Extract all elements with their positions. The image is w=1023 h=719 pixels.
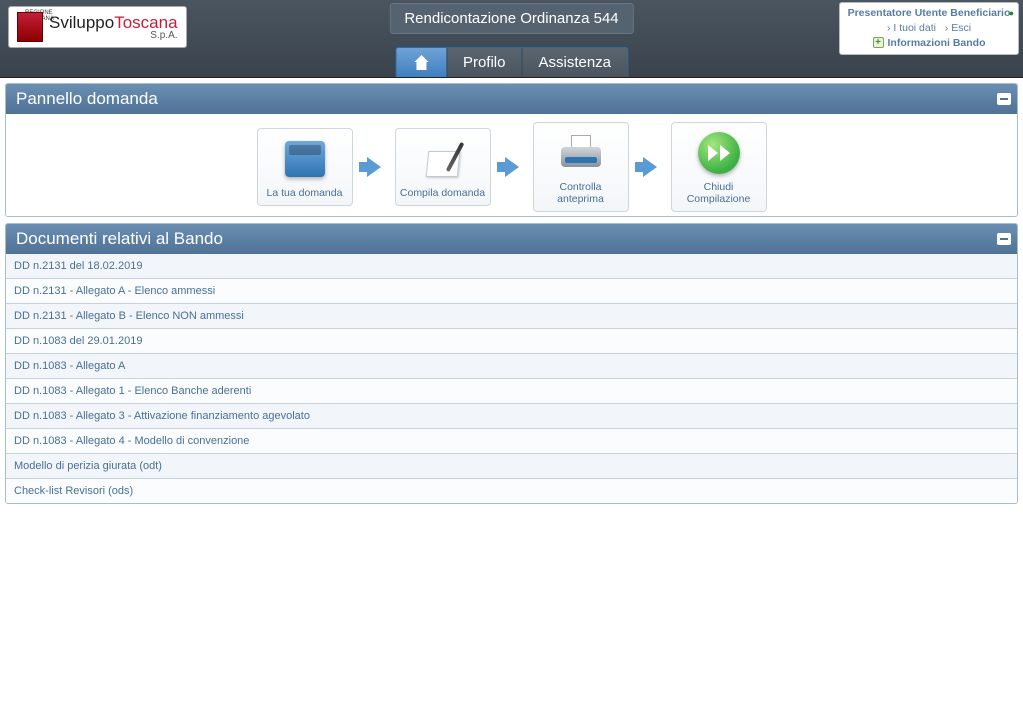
toscana-emblem-icon	[17, 12, 43, 42]
wf-card-controlla-anteprima[interactable]: Controlla anteprima	[533, 122, 629, 212]
logo-sviluppo: Sviluppo	[49, 13, 114, 32]
user-role-line: Presentatore Utente Beneficiario ●	[846, 6, 1012, 21]
home-icon	[412, 55, 430, 71]
document-link[interactable]: DD n.1083 - Allegato 4 - Modello di conv…	[6, 429, 1017, 454]
panel-header-domanda: Pannello domanda	[6, 84, 1017, 114]
document-link[interactable]: DD n.1083 - Allegato 3 - Attivazione fin…	[6, 404, 1017, 429]
logo-text: SviluppoToscana S.p.A.	[49, 14, 178, 41]
wf-label: Compila domanda	[400, 187, 486, 199]
panel-title-domanda: Pannello domanda	[16, 89, 158, 108]
pen-paper-icon	[400, 135, 486, 183]
user-links: › I tuoi dati › Esci	[846, 21, 1012, 36]
go-forward-icon	[676, 129, 762, 177]
wf-label: Controlla anteprima	[538, 181, 624, 205]
link-informazioni-bando[interactable]: + Informazioni Bando	[873, 36, 986, 51]
plus-icon: +	[873, 37, 884, 48]
arrow-right-icon	[361, 154, 387, 180]
document-link[interactable]: DD n.1083 - Allegato A	[6, 354, 1017, 379]
panel-title-documenti: Documenti relativi al Bando	[16, 229, 223, 248]
panel-body-documenti: DD n.2131 del 18.02.2019 DD n.2131 - All…	[6, 254, 1017, 503]
document-link[interactable]: DD n.1083 del 29.01.2019	[6, 329, 1017, 354]
document-link[interactable]: DD n.2131 - Allegato B - Elenco NON amme…	[6, 304, 1017, 329]
document-link[interactable]: Modello di perizia giurata (odt)	[6, 454, 1017, 479]
panel-body-domanda: La tua domanda Compila domanda Controlla…	[6, 114, 1017, 216]
document-link[interactable]: Check-list Revisori (ods)	[6, 479, 1017, 503]
document-link[interactable]: DD n.2131 del 18.02.2019	[6, 254, 1017, 279]
wf-label: Chiudi Compilazione	[676, 181, 762, 205]
workflow-row: La tua domanda Compila domanda Controlla…	[6, 114, 1017, 216]
panel-header-documenti: Documenti relativi al Bando	[6, 224, 1017, 254]
user-panel: Presentatore Utente Beneficiario ● › I t…	[839, 2, 1019, 55]
user-role-label: Presentatore	[848, 7, 912, 19]
content-area: Pannello domanda La tua domanda Compila …	[0, 78, 1023, 515]
close-icon[interactable]: ●	[1009, 7, 1014, 20]
collapse-icon[interactable]	[997, 93, 1011, 105]
link-esci[interactable]: › Esci	[945, 22, 971, 34]
top-bar: REGIONE TOSCANA SviluppoToscana S.p.A. R…	[0, 0, 1023, 78]
tab-home[interactable]	[396, 48, 447, 77]
wf-card-compila-domanda[interactable]: Compila domanda	[395, 128, 491, 206]
document-link[interactable]: DD n.2131 - Allegato A - Elenco ammessi	[6, 279, 1017, 304]
tab-assistenza[interactable]: Assistenza	[522, 48, 627, 77]
logo-toscana: Toscana	[114, 13, 177, 32]
wf-card-chiudi-compilazione[interactable]: Chiudi Compilazione	[671, 122, 767, 212]
document-link[interactable]: DD n.1083 - Allegato 1 - Elenco Banche a…	[6, 379, 1017, 404]
link-tuoi-dati[interactable]: › I tuoi dati	[887, 22, 936, 34]
wf-card-la-tua-domanda[interactable]: La tua domanda	[257, 128, 353, 206]
page-title-badge: Rendicontazione Ordinanza 544	[389, 3, 633, 34]
logo-box[interactable]: REGIONE TOSCANA SviluppoToscana S.p.A.	[8, 6, 187, 48]
collapse-icon[interactable]	[997, 233, 1011, 245]
wf-label: La tua domanda	[262, 187, 348, 199]
main-nav: Profilo Assistenza	[395, 47, 628, 77]
drawer-icon	[262, 135, 348, 183]
arrow-right-icon	[499, 154, 525, 180]
arrow-right-icon	[637, 154, 663, 180]
logo-spa: S.p.A.	[49, 31, 178, 41]
user-name: Utente Beneficiario	[915, 7, 1011, 19]
panel-documenti: Documenti relativi al Bando DD n.2131 de…	[5, 223, 1018, 504]
panel-pannello-domanda: Pannello domanda La tua domanda Compila …	[5, 83, 1018, 217]
tab-profilo[interactable]: Profilo	[447, 48, 523, 77]
printer-icon	[538, 129, 624, 177]
